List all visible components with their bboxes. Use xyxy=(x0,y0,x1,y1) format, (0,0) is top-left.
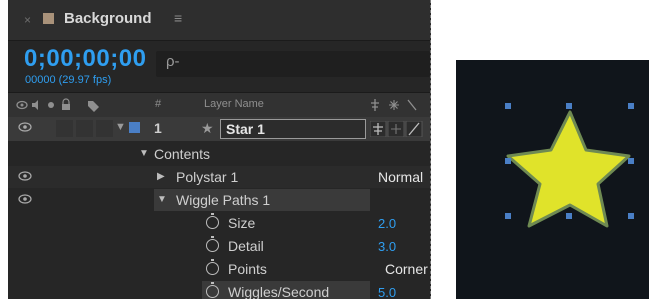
points-dropdown[interactable]: Corner xyxy=(385,261,428,277)
lock-switch[interactable] xyxy=(96,120,113,137)
property-value[interactable]: 3.0 xyxy=(378,239,396,254)
search-icon: ρ- xyxy=(166,53,180,70)
bounding-box-handle[interactable] xyxy=(505,158,511,164)
visibility-eye-icon[interactable] xyxy=(18,122,32,132)
property-label: Wiggles/Second xyxy=(228,284,330,299)
layer-name-field[interactable]: Star 1 xyxy=(220,119,366,139)
av-switch-icons[interactable] xyxy=(16,98,112,112)
bounding-box-handle[interactable] xyxy=(628,213,634,219)
property-row-points[interactable]: Points Corner xyxy=(8,258,430,280)
star-shape[interactable] xyxy=(456,60,649,299)
expand-triangle-icon[interactable]: ▼ xyxy=(157,194,167,205)
property-label: Detail xyxy=(228,238,264,254)
solo-switch[interactable] xyxy=(76,120,93,137)
layer-row-star-1[interactable]: ▼ 1 ★ Star 1 xyxy=(8,117,430,141)
polystar-label: Polystar 1 xyxy=(176,169,239,185)
bounding-box-handle[interactable] xyxy=(628,158,634,164)
contents-group-row[interactable]: ▼ Contents xyxy=(8,143,430,165)
wiggle-paths-row[interactable]: ▼ Wiggle Paths 1 xyxy=(8,189,430,211)
property-row-size[interactable]: Size 2.0 xyxy=(8,212,430,234)
expand-triangle-icon[interactable]: ▼ xyxy=(139,148,149,159)
blend-mode-dropdown[interactable]: Normal xyxy=(378,169,423,185)
bounding-box-handle[interactable] xyxy=(505,213,511,219)
layer-number: 1 xyxy=(154,120,162,136)
timeline-panel: × Background ≡ 0;00;00;00 00000 (29.97 f… xyxy=(8,0,431,299)
property-row-detail[interactable]: Detail 3.0 xyxy=(8,235,430,257)
layer-name-column-header[interactable]: Layer Name xyxy=(204,98,264,110)
stopwatch-icon[interactable] xyxy=(206,259,219,275)
stopwatch-icon[interactable] xyxy=(206,236,219,252)
layer-switches-header-icons[interactable] xyxy=(370,98,430,112)
time-bar: 0;00;00;00 00000 (29.97 fps) ρ- xyxy=(8,41,430,91)
panel-menu-icon[interactable]: ≡ xyxy=(174,10,182,26)
property-label: Size xyxy=(228,215,256,231)
search-input[interactable]: ρ- xyxy=(156,51,430,77)
property-value[interactable]: 2.0 xyxy=(378,216,396,231)
comp-tab-title[interactable]: Background xyxy=(64,10,152,27)
property-label: Points xyxy=(228,261,267,277)
contents-label: Contents xyxy=(154,146,211,162)
polystar-row[interactable]: ▶ Polystar 1 Normal xyxy=(8,166,430,188)
composition-preview[interactable] xyxy=(456,60,649,299)
property-value[interactable]: 5.0 xyxy=(378,285,396,299)
bounding-box-handle[interactable] xyxy=(505,103,511,109)
column-header: # Layer Name xyxy=(8,92,430,118)
tab-bar: × Background ≡ xyxy=(8,0,430,41)
frame-info: 00000 (29.97 fps) xyxy=(25,74,112,86)
layer-switches[interactable] xyxy=(370,121,430,137)
bounding-box-handle[interactable] xyxy=(628,103,634,109)
stopwatch-icon[interactable] xyxy=(206,213,219,229)
expand-triangle-icon[interactable]: ▼ xyxy=(115,121,126,133)
collapse-triangle-icon[interactable]: ▶ xyxy=(157,171,165,182)
visibility-eye-icon[interactable] xyxy=(18,171,32,181)
shape-layer-star-icon: ★ xyxy=(201,120,214,136)
wiggle-paths-label: Wiggle Paths 1 xyxy=(176,192,271,208)
property-row-wiggles-second[interactable]: Wiggles/Second 5.0 xyxy=(8,281,430,299)
bounding-box-handle[interactable] xyxy=(566,103,572,109)
stopwatch-icon[interactable] xyxy=(206,282,219,298)
bounding-box-handle[interactable] xyxy=(566,213,572,219)
comp-color-swatch xyxy=(43,13,54,24)
number-column-header[interactable]: # xyxy=(155,98,161,110)
visibility-eye-icon[interactable] xyxy=(18,194,32,204)
current-time-display[interactable]: 0;00;00;00 xyxy=(24,45,146,73)
audio-switch[interactable] xyxy=(56,120,73,137)
label-color-swatch[interactable] xyxy=(129,122,140,133)
layer-name-text: Star 1 xyxy=(226,121,265,137)
close-tab-button[interactable]: × xyxy=(24,13,31,27)
